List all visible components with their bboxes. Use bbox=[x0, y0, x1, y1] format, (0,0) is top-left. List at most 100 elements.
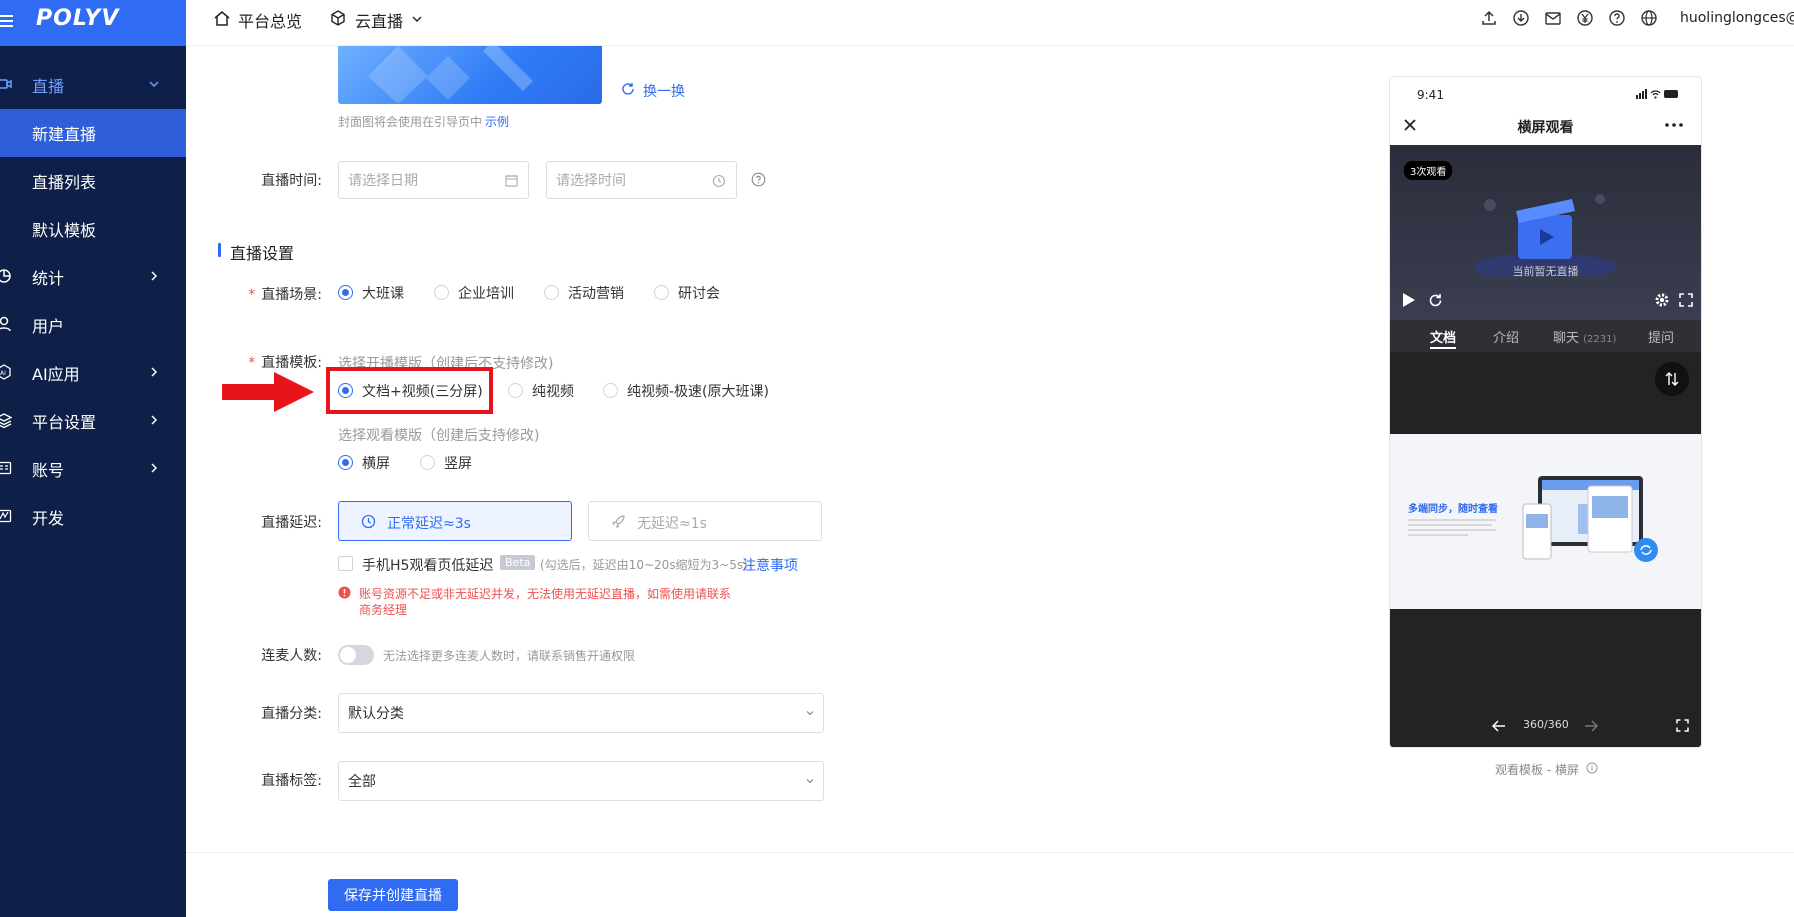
dev-icon bbox=[0, 508, 12, 524]
view-template-hint: 选择观看模版（创建后支持修改) bbox=[338, 428, 540, 444]
chart-icon bbox=[0, 268, 12, 284]
sidebar-item-users[interactable]: 用户 bbox=[0, 301, 186, 349]
nav-product[interactable]: 云直播 bbox=[355, 8, 403, 32]
sidebar-item-ai[interactable]: AI AI应用 bbox=[0, 349, 186, 397]
info-icon[interactable] bbox=[1586, 762, 1598, 774]
radio-scene-marketing[interactable] bbox=[544, 285, 559, 300]
radio-scene-marketing-label[interactable]: 活动营销 bbox=[568, 283, 624, 303]
next-page-icon[interactable] bbox=[1584, 720, 1598, 732]
logo-bar: POLYV bbox=[0, 0, 186, 46]
sidebar-item-stats[interactable]: 统计 bbox=[0, 253, 186, 301]
radio-template-video[interactable] bbox=[508, 383, 523, 398]
h5-low-latency-label[interactable]: 手机H5观看页低延迟 bbox=[362, 555, 493, 575]
home-icon bbox=[213, 9, 231, 27]
upload-icon[interactable] bbox=[1480, 9, 1498, 27]
sidebar-item-account[interactable]: 账号 bbox=[0, 445, 186, 493]
sidebar-item-label: 默认模板 bbox=[32, 221, 97, 240]
delay-normal-option[interactable]: 正常延迟≈3s bbox=[338, 501, 572, 541]
radio-view-portrait-label[interactable]: 竖屏 bbox=[444, 453, 472, 473]
page-indicator: 360/360 bbox=[1523, 718, 1569, 731]
mail-icon[interactable] bbox=[1544, 9, 1562, 27]
user-icon bbox=[0, 316, 12, 332]
h5-low-latency-checkbox[interactable] bbox=[338, 556, 353, 571]
radio-view-landscape-label[interactable]: 横屏 bbox=[362, 453, 390, 473]
radio-scene-training-label[interactable]: 企业培训 bbox=[458, 283, 514, 303]
time-picker[interactable]: 请选择时间 bbox=[546, 161, 737, 199]
yen-icon[interactable] bbox=[1576, 9, 1594, 27]
tab-doc[interactable]: 文档 bbox=[1430, 327, 1456, 346]
user-account[interactable]: huolinglongces@p bbox=[1680, 10, 1794, 26]
mic-label: 连麦人数: bbox=[261, 648, 322, 664]
annotation-arrow bbox=[222, 370, 316, 414]
reload-icon[interactable] bbox=[1428, 293, 1443, 308]
tags-label: 直播标签: bbox=[261, 773, 322, 789]
tab-question[interactable]: 提问 bbox=[1648, 327, 1674, 346]
date-placeholder: 请选择日期 bbox=[348, 173, 418, 189]
logo[interactable]: POLYV bbox=[36, 6, 119, 31]
menu-toggle-icon[interactable] bbox=[0, 13, 14, 29]
sidebar-item-live-list[interactable]: 直播列表 bbox=[0, 157, 186, 205]
radio-scene-class[interactable] bbox=[338, 285, 353, 300]
radio-template-fast-video[interactable] bbox=[603, 383, 618, 398]
sidebar-item-label: 账号 bbox=[32, 461, 65, 480]
delay-none-option[interactable]: 无延迟≈1s bbox=[588, 501, 822, 541]
refresh-cover-link[interactable]: 换一换 bbox=[643, 81, 685, 101]
swap-icon[interactable] bbox=[1655, 362, 1689, 396]
chevron-down-icon bbox=[805, 708, 815, 718]
category-value: 默认分类 bbox=[348, 706, 404, 722]
video-player[interactable]: 3次观看 当前暂无直播 bbox=[1390, 145, 1701, 320]
radio-scene-seminar[interactable] bbox=[654, 285, 669, 300]
views-badge: 3次观看 bbox=[1404, 161, 1453, 180]
radio-view-landscape[interactable] bbox=[338, 455, 353, 470]
radio-view-portrait[interactable] bbox=[420, 455, 435, 470]
globe-icon[interactable] bbox=[1640, 9, 1658, 27]
chevron-right-icon bbox=[148, 366, 160, 378]
sidebar-item-new-live[interactable]: 新建直播 bbox=[0, 109, 186, 157]
submit-button[interactable]: 保存并创建直播 bbox=[328, 879, 458, 911]
doc-fullscreen-icon[interactable] bbox=[1676, 719, 1689, 732]
category-label: 直播分类: bbox=[261, 706, 322, 722]
help-icon[interactable] bbox=[751, 172, 766, 187]
prev-page-icon[interactable] bbox=[1492, 720, 1506, 732]
refresh-icon[interactable] bbox=[621, 82, 635, 96]
date-picker[interactable]: 请选择日期 bbox=[338, 161, 529, 199]
delay-none-label: 无延迟≈1s bbox=[637, 516, 707, 532]
tags-select[interactable]: 全部 bbox=[338, 761, 824, 801]
settings-icon[interactable] bbox=[1654, 292, 1670, 308]
tab-intro[interactable]: 介绍 bbox=[1493, 327, 1519, 346]
radio-scene-seminar-label[interactable]: 研讨会 bbox=[678, 283, 720, 303]
nav-overview[interactable]: 平台总览 bbox=[238, 8, 302, 32]
chevron-down-icon[interactable] bbox=[411, 13, 423, 25]
tab-chat[interactable]: 聊天 (2231) bbox=[1553, 327, 1616, 346]
radio-template-three-screen-label[interactable]: 文档+视频(三分屏) bbox=[362, 381, 483, 401]
mic-toggle[interactable] bbox=[338, 645, 374, 665]
play-icon[interactable] bbox=[1402, 292, 1416, 308]
clock-icon bbox=[361, 514, 376, 529]
radio-template-video-label[interactable]: 纯视频 bbox=[532, 381, 574, 401]
radio-template-fast-video-label[interactable]: 纯视频-极速(原大班课) bbox=[627, 381, 769, 401]
doc-area: 多端同步，随时查看 360/360 bbox=[1390, 352, 1701, 747]
template-label: * 直播模板: bbox=[248, 355, 322, 371]
mic-hint: 无法选择更多连麦人数时，请联系销售开通权限 bbox=[383, 649, 636, 663]
warning-text-line1: 账号资源不足或非无延迟并发，无法使用无延迟直播，如需使用请联系 bbox=[359, 587, 732, 601]
sidebar-item-platform-settings[interactable]: 平台设置 bbox=[0, 397, 186, 445]
radio-scene-class-label[interactable]: 大班课 bbox=[362, 283, 404, 303]
sidebar-item-default-template[interactable]: 默认模板 bbox=[0, 205, 186, 253]
cover-note: 封面图将会使用在引导页中 bbox=[338, 115, 483, 129]
more-icon[interactable] bbox=[1665, 123, 1683, 127]
help-icon[interactable] bbox=[1608, 9, 1626, 27]
tags-value: 全部 bbox=[348, 774, 376, 790]
radio-template-three-screen[interactable] bbox=[338, 383, 353, 398]
download-icon[interactable] bbox=[1512, 9, 1530, 27]
radio-scene-training[interactable] bbox=[434, 285, 449, 300]
notice-link[interactable]: 注意事项 bbox=[742, 555, 798, 575]
category-select[interactable]: 默认分类 bbox=[338, 693, 824, 733]
sidebar-item-label: 新建直播 bbox=[32, 125, 97, 144]
fullscreen-icon[interactable] bbox=[1679, 293, 1693, 307]
chevron-down-icon bbox=[805, 776, 815, 786]
sidebar-item-live[interactable]: 直播 bbox=[0, 61, 186, 109]
sidebar-item-dev[interactable]: 开发 bbox=[0, 493, 186, 541]
footer-divider bbox=[186, 852, 1794, 853]
cover-example-link[interactable]: 示例 bbox=[485, 113, 509, 130]
cover-image[interactable] bbox=[338, 46, 602, 104]
